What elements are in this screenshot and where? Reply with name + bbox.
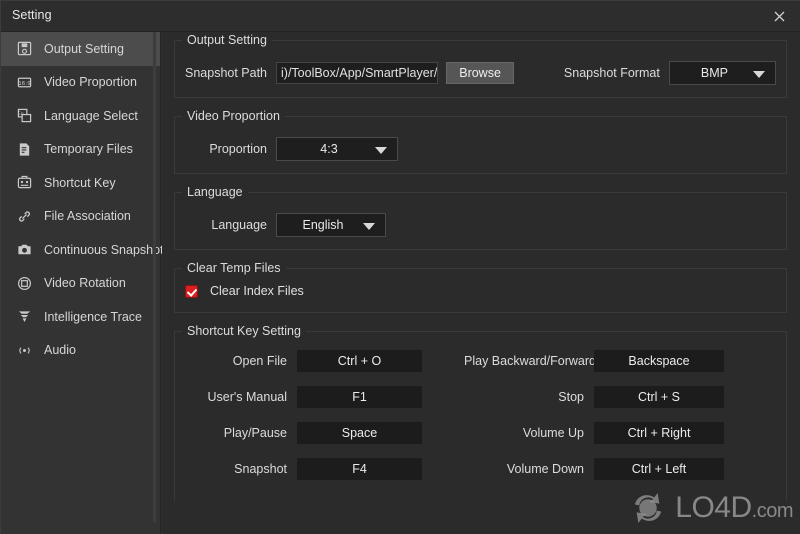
clear-index-files-checkbox[interactable] [185, 284, 198, 298]
chevron-down-icon [375, 147, 387, 154]
proportion-select[interactable]: 4:3 [276, 137, 398, 161]
window-title: Setting [12, 8, 52, 22]
shortcut-right-input[interactable]: Ctrl + Right [594, 422, 724, 444]
sidebar-item-audio[interactable]: Audio [1, 334, 160, 368]
shortcut-right-label: Volume Down [506, 462, 584, 476]
lo4d-watermark: LO4D.com [627, 487, 794, 529]
shortcut-key-setting-group: Shortcut Key Setting Open File Ctrl + O … [174, 324, 787, 501]
shortcut-right-input[interactable]: Ctrl + Left [594, 458, 724, 480]
snapshot-format-label: Snapshot Format [563, 66, 660, 80]
clear-temp-files-group: Clear Temp Files Clear Index Files [174, 261, 787, 313]
snapshot-format-select[interactable]: BMP [668, 61, 776, 85]
language-legend: Language [182, 185, 248, 199]
watermark-brand: LO4D [675, 491, 752, 524]
sidebar-item-label: Continuous Snapshot [44, 242, 164, 257]
shortcut-left-label: Play/Pause [223, 426, 287, 440]
shortcut-right-label: Play Backward/Forward [464, 354, 596, 368]
language-select[interactable]: English [276, 213, 386, 237]
watermark-domain: .com [751, 500, 794, 522]
sidebar-item-label: Video Rotation [44, 276, 126, 291]
close-icon[interactable] [757, 1, 800, 32]
link-icon [15, 207, 33, 225]
video-proportion-group: Video Proportion Proportion 4:3 [174, 109, 787, 174]
sidebar-item-label: Video Proportion [44, 75, 137, 90]
sidebar-item-language-select[interactable]: En Language Select [1, 99, 160, 133]
sidebar-item-file-association[interactable]: File Association [1, 200, 160, 234]
shortcut-right-input[interactable]: Ctrl + S [594, 386, 724, 408]
proportion-label: Proportion [209, 142, 267, 156]
floppy-disk-icon [15, 40, 33, 58]
shortcut-right-input[interactable]: Backspace [594, 350, 724, 372]
sidebar-item-video-proportion[interactable]: 16:9 Video Proportion [1, 66, 160, 100]
video-proportion-legend: Video Proportion [182, 109, 285, 123]
trace-icon [15, 308, 33, 326]
clear-index-files-label: Clear Index Files [210, 284, 304, 298]
output-setting-legend: Output Setting [182, 33, 272, 47]
shortcut-right-label: Stop [558, 390, 584, 404]
sidebar-item-label: Output Setting [44, 41, 124, 56]
shortcut-left-label: User's Manual [207, 390, 288, 404]
shortcut-left-input[interactable]: Ctrl + O [297, 350, 422, 372]
snapshot-path-input[interactable]: i)/ToolBox/App/SmartPlayer/Pictures/ [276, 62, 439, 84]
sidebar-item-label: Temporary Files [44, 142, 133, 157]
lo4d-logo-icon [635, 493, 662, 523]
audio-wave-icon [15, 341, 33, 359]
shortcut-left-label: Open File [232, 354, 287, 368]
title-bar: Setting [1, 1, 800, 32]
shortcut-grid: Open File Ctrl + O Play Backward/Forward… [185, 350, 776, 480]
clear-temp-files-legend: Clear Temp Files [182, 261, 286, 275]
svg-text:En: En [17, 111, 23, 117]
watermark-text: LO4D.com [675, 491, 793, 525]
sidebar-item-label: Audio [44, 343, 76, 358]
sidebar-item-video-rotation[interactable]: Video Rotation [1, 267, 160, 301]
shortcut-left-label: Snapshot [234, 462, 287, 476]
shortcut-right-label: Volume Up [522, 426, 584, 440]
svg-text:16:9: 16:9 [18, 81, 31, 87]
sidebar-item-label: Language Select [44, 108, 138, 123]
shortcut-left-input[interactable]: Space [297, 422, 422, 444]
shortcut-left-input[interactable]: F1 [297, 386, 422, 408]
sidebar: Output Setting 16:9 Video Proportion En … [1, 32, 164, 534]
language-group: Language Language English [174, 185, 787, 250]
keyboard-icon [15, 174, 33, 192]
sidebar-item-label: Intelligence Trace [44, 309, 142, 324]
chevron-down-icon [753, 71, 765, 78]
sidebar-item-shortcut-key[interactable]: Shortcut Key [1, 166, 160, 200]
sidebar-item-intelligence-trace[interactable]: Intelligence Trace [1, 300, 160, 334]
camera-icon [15, 241, 33, 259]
document-icon [15, 140, 33, 158]
aspect-ratio-icon: 16:9 [15, 73, 33, 91]
chevron-down-icon [363, 223, 375, 230]
sidebar-item-label: File Association [44, 209, 131, 224]
rotation-icon [15, 274, 33, 292]
shortcut-key-setting-legend: Shortcut Key Setting [182, 324, 306, 338]
sidebar-scrollbar[interactable] [153, 32, 158, 534]
sidebar-item-continuous-snapshot[interactable]: Continuous Snapshot [1, 233, 164, 267]
language-label: Language [211, 218, 267, 232]
output-setting-group: Output Setting Snapshot Path i)/ToolBox/… [174, 33, 787, 98]
setting-window: Setting Output Setting 16:9 Video Propor… [0, 0, 800, 534]
language-icon: En [15, 107, 33, 125]
sidebar-item-label: Shortcut Key [44, 175, 116, 190]
shortcut-left-input[interactable]: F4 [297, 458, 422, 480]
sidebar-item-temporary-files[interactable]: Temporary Files [1, 133, 160, 167]
sidebar-item-output-setting[interactable]: Output Setting [1, 32, 160, 66]
browse-button[interactable]: Browse [446, 62, 514, 84]
settings-content: Output Setting Snapshot Path i)/ToolBox/… [162, 32, 800, 534]
snapshot-path-label: Snapshot Path [185, 66, 268, 80]
sidebar-scrollbar-thumb[interactable] [153, 32, 156, 522]
